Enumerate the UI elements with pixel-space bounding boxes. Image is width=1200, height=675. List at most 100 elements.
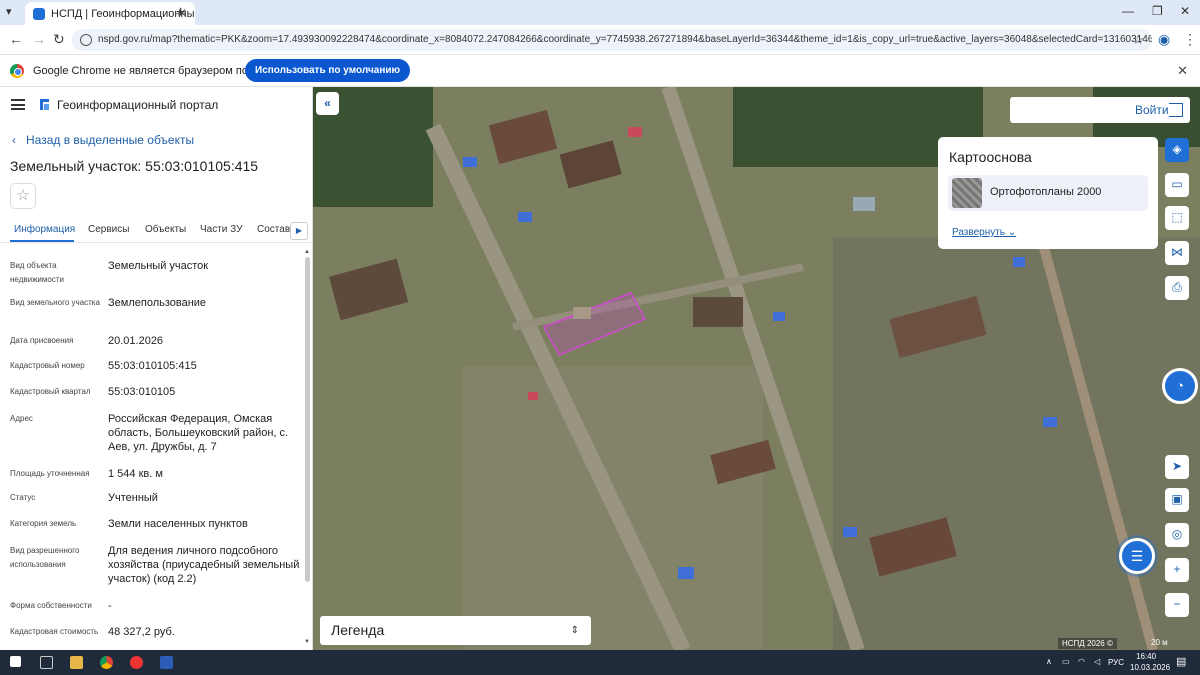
field-label: Площадь уточненная xyxy=(10,469,90,478)
tab-composition[interactable]: Состав xyxy=(257,224,290,235)
portal-title: Геоинформационный портал xyxy=(57,98,219,112)
share-icon[interactable]: ⋈ xyxy=(1165,241,1189,265)
layers-tool-icon[interactable]: ◈ xyxy=(1165,138,1189,162)
field-value: 48 327,2 руб. xyxy=(108,626,175,638)
field-value: Учтенный xyxy=(108,492,158,504)
close-window-icon[interactable]: ✕ xyxy=(1180,4,1190,18)
collapse-panel-icon[interactable]: « xyxy=(316,92,339,115)
back-icon[interactable]: ← xyxy=(9,31,23,47)
locate-icon[interactable]: ➤ xyxy=(1165,455,1189,479)
tab-objects[interactable]: Объекты xyxy=(145,224,186,235)
new-tab-icon[interactable]: + xyxy=(176,4,185,22)
minimize-icon[interactable]: — xyxy=(1122,4,1134,18)
field-label: Категория земель xyxy=(10,519,77,528)
menu-dots-icon[interactable]: ⋮ xyxy=(1183,31,1197,48)
hamburger-menu-icon[interactable] xyxy=(11,99,25,110)
tab-information[interactable]: Информация xyxy=(14,224,75,235)
windows-start-icon[interactable] xyxy=(10,656,21,667)
field-label: Кадастровая стоимость xyxy=(10,627,99,636)
field-value: Для ведения личного подсобного хозяйства… xyxy=(108,545,300,585)
field-value: 20.01.2026 xyxy=(108,335,164,347)
back-link-label: Назад в выделенные объекты xyxy=(26,133,195,147)
back-to-selected-link[interactable]: ‹ Назад в выделенные объекты xyxy=(12,133,194,147)
field-label: Вид земельного участка xyxy=(10,298,100,307)
nspd-favicon-icon xyxy=(33,7,45,20)
clock-date[interactable]: 10.03.2026 xyxy=(1130,663,1170,672)
language-indicator[interactable]: РУС xyxy=(1108,658,1124,667)
basemap-option[interactable]: Ортофотопланы 2000 xyxy=(948,175,1148,211)
info-tabs: Информация Сервисы Объекты Части ЗУ Сост… xyxy=(0,217,312,243)
windows-taskbar: ∧ ▭ ◠ ◁ РУС 16:40 10.03.2026 ▤ xyxy=(0,650,1200,675)
bookmark-star-icon[interactable]: ☆ xyxy=(1132,29,1144,51)
infobar-close-icon[interactable]: ✕ xyxy=(1177,63,1188,79)
url-input[interactable]: nspd.gov.ru/map?thematic=PKK&zoom=17.493… xyxy=(72,29,1152,51)
chat-icon[interactable]: ☰ xyxy=(1119,538,1155,574)
orthophoto-thumbnail-icon xyxy=(952,178,982,208)
minimap-icon[interactable]: ▣ xyxy=(1165,488,1189,512)
print-icon[interactable]: ⎙ xyxy=(1165,276,1189,300)
yandex-browser-icon[interactable] xyxy=(130,656,143,669)
file-explorer-icon[interactable] xyxy=(70,656,83,669)
chrome-taskbar-icon[interactable] xyxy=(100,656,113,669)
field-label: Вид разрешенного использования xyxy=(10,546,80,569)
default-browser-infobar: Google Chrome не является браузером по у… xyxy=(0,55,1200,87)
portal-logo-icon xyxy=(40,99,49,110)
tab-search-icon[interactable]: ▾ xyxy=(6,5,18,18)
basemap-panel: Картооснова Ортофотопланы 2000 Развернут… xyxy=(938,137,1158,249)
legend-dropdown[interactable]: Легенда ⇕ xyxy=(320,616,591,645)
word-icon[interactable] xyxy=(160,656,173,669)
map-scale: 20 м xyxy=(1151,638,1168,647)
login-button[interactable]: Войти xyxy=(1010,97,1190,123)
browser-tab[interactable]: НСПД | Геоинформационны ✕ xyxy=(25,2,195,25)
field-label: Кадастровый номер xyxy=(10,361,85,370)
ruler-tool-icon[interactable]: ▭ xyxy=(1165,173,1189,197)
map-copyright: НСПД 2026 © xyxy=(1058,638,1117,649)
field-value: 55:03:010105 xyxy=(108,386,176,398)
panel-scrollbar[interactable] xyxy=(305,257,310,582)
field-label: Кадастровый квартал xyxy=(10,387,91,396)
tab-services[interactable]: Сервисы xyxy=(88,224,129,235)
tray-chevron-icon[interactable]: ∧ xyxy=(1046,657,1052,666)
scroll-up-icon[interactable]: ▲ xyxy=(304,249,310,255)
field-value: - xyxy=(108,600,112,612)
tab-parts[interactable]: Части ЗУ xyxy=(200,224,242,235)
reload-icon[interactable]: ↻ xyxy=(53,31,65,48)
field-label: Адрес xyxy=(10,414,33,423)
basemap-option-label: Ортофотопланы 2000 xyxy=(990,186,1102,198)
login-icon xyxy=(1169,103,1183,117)
forward-icon[interactable]: → xyxy=(32,31,46,47)
active-tab-indicator xyxy=(10,240,74,242)
field-value: 1 544 кв. м xyxy=(108,468,163,480)
volume-icon[interactable]: ◁ xyxy=(1094,657,1100,666)
scroll-down-icon[interactable]: ▼ xyxy=(304,639,310,645)
select-area-tool-icon[interactable]: ⬚ xyxy=(1165,206,1189,230)
map-view[interactable]: « Войти Картооснова Ортофотопланы 2000 Р… xyxy=(313,87,1200,650)
notifications-icon[interactable]: ▤ xyxy=(1176,655,1186,668)
object-title: Земельный участок: 55:03:010105:415 xyxy=(10,158,259,174)
chevron-updown-icon: ⇕ xyxy=(570,625,579,636)
field-value: Землепользование xyxy=(108,297,207,309)
zoom-in-icon[interactable]: + xyxy=(1165,558,1189,582)
field-label: Форма собственности xyxy=(10,601,92,610)
site-info-icon[interactable] xyxy=(80,34,92,46)
zoom-out-icon[interactable]: − xyxy=(1165,593,1189,617)
legend-label: Легенда xyxy=(331,622,385,638)
tabs-scroll-right-icon[interactable]: ▶ xyxy=(290,222,308,240)
expand-basemaps-link[interactable]: Развернуть ⌄ xyxy=(952,227,1016,238)
field-label: Вид объекта недвижимости xyxy=(10,261,64,284)
expand-label: Развернуть xyxy=(952,227,1006,238)
set-default-button[interactable]: Использовать по умолчанию xyxy=(245,59,411,82)
search-location-icon[interactable]: ◎ xyxy=(1165,523,1189,547)
network-icon[interactable]: ▭ xyxy=(1062,657,1070,666)
task-view-icon[interactable] xyxy=(40,656,53,669)
field-value: Российская Федерация, Омская область, Бо… xyxy=(108,413,289,453)
profile-icon[interactable]: ◉ xyxy=(1158,31,1170,48)
wifi-icon[interactable]: ◠ xyxy=(1078,657,1085,666)
browser-tabbar: ▾ НСПД | Геоинформационны ✕ + — ❐ ✕ xyxy=(0,0,1200,25)
field-value: Земли населенных пунктов xyxy=(108,518,248,530)
favorite-star-icon[interactable]: ☆ xyxy=(10,183,36,209)
assistant-icon[interactable]: ◔ xyxy=(1162,368,1198,404)
maximize-icon[interactable]: ❐ xyxy=(1152,4,1163,18)
field-label: Дата присвоения xyxy=(10,336,74,345)
clock-time[interactable]: 16:40 xyxy=(1136,652,1156,661)
